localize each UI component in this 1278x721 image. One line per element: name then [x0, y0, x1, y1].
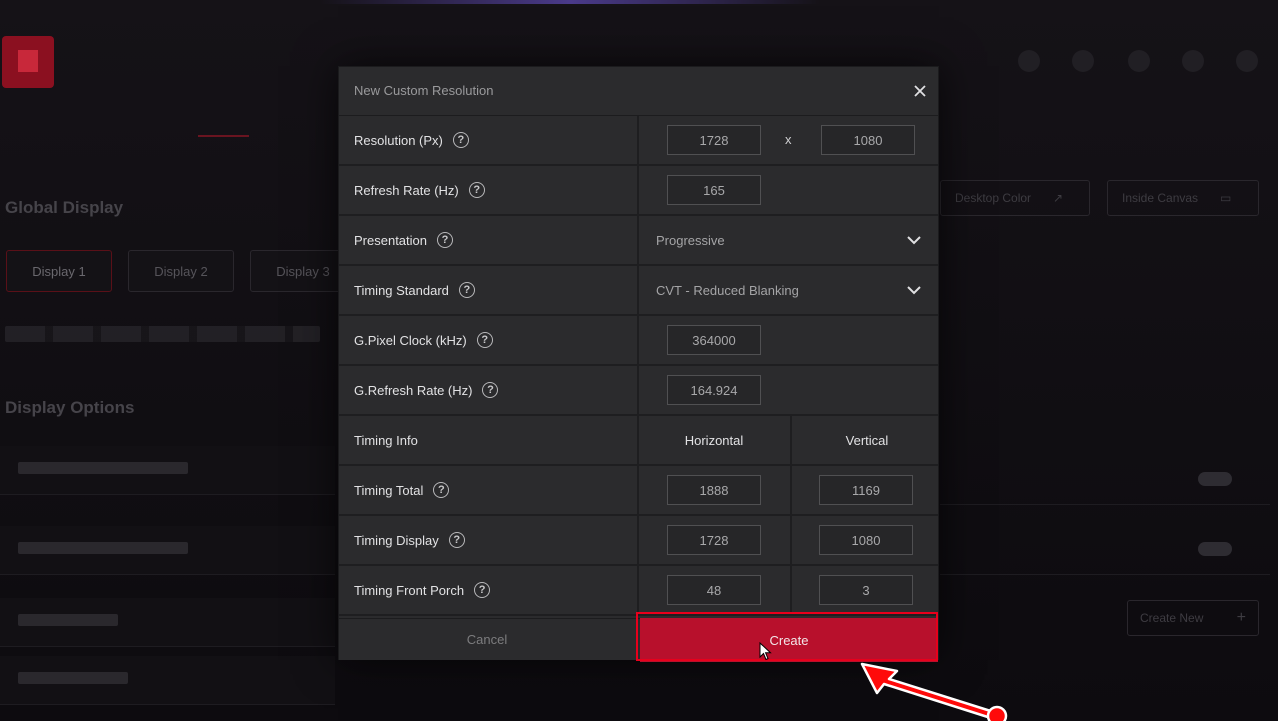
option-row[interactable] — [0, 656, 335, 705]
row-label: G.Pixel Clock (kHz) — [354, 332, 467, 348]
dialog-body: Resolution (Px)? 1728 x 1080 Refresh Rat… — [339, 116, 938, 616]
button-label: Create New — [1140, 611, 1204, 625]
help-icon[interactable]: ? — [482, 382, 499, 398]
nav-icon — [1018, 50, 1040, 72]
option-row-right — [940, 526, 1270, 575]
timing-front-porch-h-input[interactable]: 48 — [667, 575, 761, 605]
dialog-title: New Custom Resolution — [354, 83, 494, 98]
button-label: Inside Canvas — [1122, 191, 1199, 205]
option-row[interactable] — [0, 446, 335, 495]
row-resolution: Resolution (Px)? 1728 x 1080 — [339, 116, 938, 166]
timing-total-h-input[interactable]: 1888 — [667, 475, 761, 505]
resolution-separator: x — [785, 132, 792, 147]
row-timing-front-porch: Timing Front Porch? 48 3 — [339, 566, 938, 616]
nav-icon — [1072, 50, 1094, 72]
option-row[interactable] — [0, 526, 335, 575]
row-timing-standard: Timing Standard? CVT - Reduced Blanking — [339, 266, 938, 316]
timing-total-v-input[interactable]: 1169 — [819, 475, 913, 505]
presentation-dropdown[interactable]: Progressive — [656, 216, 922, 264]
timing-display-h-input[interactable]: 1728 — [667, 525, 761, 555]
create-button[interactable]: Create — [640, 618, 938, 662]
section-global-display: Global Display — [5, 198, 124, 217]
chevron-down-icon — [907, 236, 921, 245]
timing-front-porch-v-input[interactable]: 3 — [819, 575, 913, 605]
refresh-rate-input[interactable]: 165 — [667, 175, 761, 205]
row-label: Timing Total — [354, 482, 424, 498]
blurred-text — [5, 326, 320, 342]
section-display-options: Display Options — [5, 398, 135, 417]
monitor-icon: ▭ — [1220, 191, 1232, 205]
row-timing-total: Timing Total? 1888 1169 — [339, 466, 938, 516]
nav-icon — [1128, 50, 1150, 72]
option-row[interactable] — [0, 598, 335, 647]
toggle-switch[interactable] — [1198, 542, 1232, 556]
dropdown-value: Progressive — [656, 232, 725, 248]
option-row-right — [940, 456, 1270, 505]
dropdown-value: CVT - Reduced Blanking — [656, 282, 799, 298]
row-label: G.Refresh Rate (Hz) — [354, 382, 473, 398]
help-icon[interactable]: ? — [437, 232, 453, 248]
resolution-width-input[interactable]: 1728 — [667, 125, 761, 155]
help-icon[interactable]: ? — [448, 532, 465, 548]
create-new-button[interactable]: Create New + — [1127, 600, 1259, 636]
column-vertical: Vertical — [845, 432, 889, 448]
row-label: Timing Front Porch — [354, 582, 465, 598]
row-label: Presentation — [354, 232, 427, 248]
desktop-color-button[interactable]: Desktop Color ↗ — [940, 180, 1090, 216]
external-link-icon: ↗ — [1053, 191, 1064, 205]
top-glow — [320, 0, 820, 4]
inside-canvas-button[interactable]: Inside Canvas ▭ — [1107, 180, 1259, 216]
timing-standard-dropdown[interactable]: CVT - Reduced Blanking — [656, 266, 922, 314]
button-label: Desktop Color — [955, 191, 1032, 205]
row-label: Timing Standard — [354, 282, 449, 298]
chevron-down-icon — [907, 286, 921, 295]
help-icon[interactable]: ? — [458, 282, 475, 298]
row-pixel-clock: G.Pixel Clock (kHz)? 364000 — [339, 316, 938, 366]
mouse-cursor-icon — [759, 642, 772, 661]
timing-display-v-input[interactable]: 1080 — [819, 525, 913, 555]
subnav-display[interactable] — [198, 112, 249, 137]
nav-icon — [1182, 50, 1204, 72]
help-icon[interactable]: ? — [476, 332, 493, 348]
row-label: Timing Display — [354, 532, 439, 548]
toggle-switch[interactable] — [1198, 472, 1232, 486]
row-g-refresh-rate: G.Refresh Rate (Hz)? 164.924 — [339, 366, 938, 416]
help-icon[interactable]: ? — [452, 132, 469, 148]
amd-logo — [2, 36, 54, 88]
row-refresh-rate: Refresh Rate (Hz)? 165 — [339, 166, 938, 216]
help-icon[interactable]: ? — [474, 582, 491, 598]
row-presentation: Presentation? Progressive — [339, 216, 938, 266]
close-icon[interactable] — [908, 79, 932, 103]
nav-icon — [1236, 50, 1258, 72]
plus-icon: + — [1236, 609, 1246, 626]
row-timing-display: Timing Display? 1728 1080 — [339, 516, 938, 566]
column-horizontal: Horizontal — [684, 432, 744, 448]
row-label: Resolution (Px) — [354, 132, 443, 148]
dialog-header: New Custom Resolution — [339, 67, 938, 116]
help-icon[interactable]: ? — [468, 182, 485, 198]
display-tab-2[interactable]: Display 2 — [128, 250, 234, 292]
display-tab-1[interactable]: Display 1 — [6, 250, 112, 292]
pixel-clock-input[interactable]: 364000 — [667, 325, 761, 355]
custom-resolution-dialog: New Custom Resolution Resolution (Px)? 1… — [338, 66, 939, 662]
resolution-height-input[interactable]: 1080 — [821, 125, 915, 155]
row-label: Refresh Rate (Hz) — [354, 182, 459, 198]
dialog-footer: Cancel Create — [339, 618, 938, 662]
cancel-button[interactable]: Cancel — [339, 619, 635, 660]
help-icon[interactable]: ? — [433, 482, 450, 498]
g-refresh-rate-input[interactable]: 164.924 — [667, 375, 761, 405]
row-label: Timing Info — [354, 432, 418, 448]
row-timing-info: Timing Info Horizontal Vertical — [339, 416, 938, 466]
